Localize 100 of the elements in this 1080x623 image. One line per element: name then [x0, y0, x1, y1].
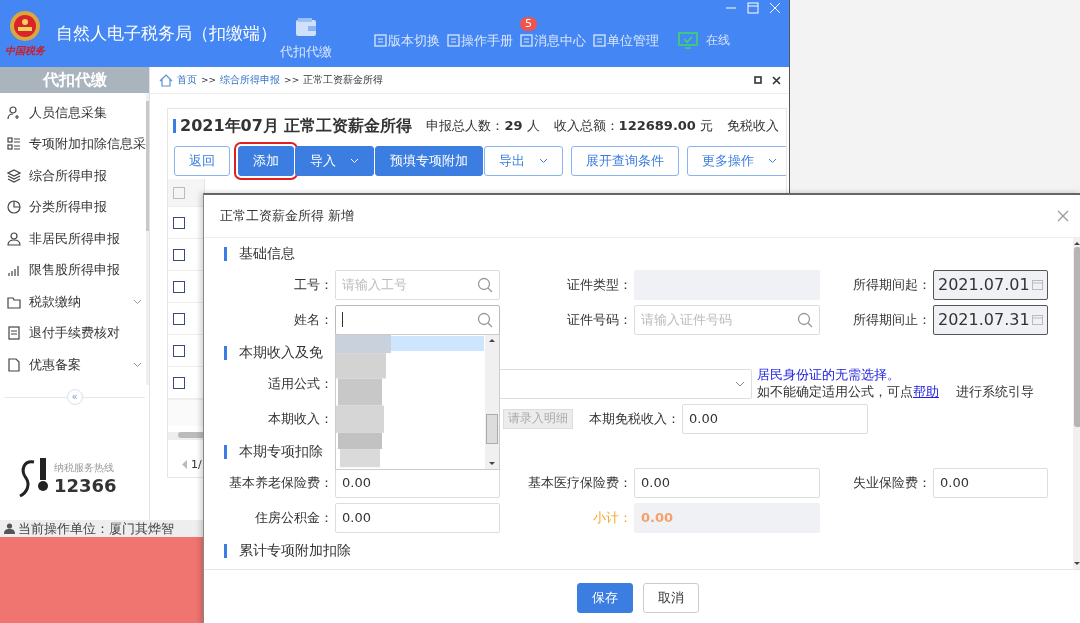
number-field[interactable]: 0.00	[682, 403, 868, 434]
subtotal-field: 0.00	[634, 502, 820, 533]
toolbar-button[interactable]: 展开查询条件	[571, 146, 679, 176]
breadcrumb-separator: >>	[284, 75, 300, 85]
field-label: 住房公积金：	[254, 508, 334, 527]
checkbox[interactable]	[173, 376, 185, 389]
help-text: 居民身份证的无需选择。	[757, 366, 901, 384]
summary-stat: 申报总人数：29 人	[426, 117, 540, 135]
document-icon	[447, 34, 460, 47]
sidebar-item[interactable]: 非居民所得申报	[0, 223, 146, 255]
sidebar-item[interactable]: 限售股所得申报	[0, 254, 146, 286]
header-link[interactable]: 操作手册	[447, 31, 513, 50]
section-title: 本期收入及免	[239, 343, 323, 362]
date-field[interactable]: 2021.07.01	[933, 269, 1048, 300]
monitor-icon	[678, 32, 698, 49]
number-field[interactable]: 0.00	[634, 467, 820, 498]
sidebar-item[interactable]: 优惠备案	[0, 349, 146, 381]
menu-item-icon	[7, 326, 21, 341]
dialog-title: 正常工资薪金所得 新增	[220, 207, 355, 225]
checkbox[interactable]	[173, 216, 185, 229]
toolbar-button[interactable]: 返回	[174, 146, 230, 176]
scrollbar[interactable]	[1073, 238, 1080, 569]
sidebar-item[interactable]: 综合所得申报	[0, 160, 146, 192]
scrollbar[interactable]	[146, 93, 149, 385]
help-link[interactable]: 帮助	[913, 383, 939, 399]
dialog-button[interactable]: 保存	[576, 582, 633, 613]
field-label: 失业保险费：	[852, 473, 932, 492]
logo-text: 中国税务	[5, 43, 45, 58]
online-status: 在线	[678, 32, 730, 49]
checkbox[interactable]	[173, 312, 185, 325]
document-icon	[593, 34, 606, 47]
field-label: 适用公式：	[267, 374, 334, 393]
summary-stat: 免税收入	[727, 117, 780, 135]
restore-icon[interactable]	[754, 76, 762, 84]
field-label: 基本医疗保险费：	[527, 473, 633, 492]
toolbar-button[interactable]: 预填专项附加	[375, 146, 483, 176]
notification-badge: 5	[520, 16, 537, 31]
dialog-button[interactable]: 取消	[642, 582, 699, 613]
header-link[interactable]: 版本切换	[374, 31, 440, 50]
menu-item-icon	[7, 168, 21, 183]
field-label: 基本养老保险费：	[228, 473, 334, 492]
checkbox[interactable]	[173, 344, 185, 357]
checkbox[interactable]	[173, 280, 185, 293]
menu-item-icon	[7, 137, 21, 152]
menu-item-icon	[7, 231, 21, 246]
sidebar-item[interactable]: 税款缴纳	[0, 286, 146, 318]
header-link[interactable]: 消息中心	[520, 31, 586, 50]
scrollbar[interactable]	[485, 334, 499, 469]
field-label: 所得期间起：	[852, 275, 932, 294]
toolbar-button[interactable]: 导入	[295, 146, 374, 176]
page-indicator: 1/	[191, 458, 202, 471]
status-text: 当前操作单位：厦门其烨智	[18, 519, 174, 538]
field-label: 本期免税收入：	[589, 409, 681, 428]
date-field[interactable]: 2021.07.31	[933, 304, 1048, 335]
previous-icon[interactable]	[182, 460, 188, 469]
calendar-icon[interactable]	[1032, 314, 1043, 325]
sidebar-item[interactable]: 专项附加扣除信息采	[0, 128, 146, 160]
close-icon[interactable]	[772, 75, 781, 85]
sidebar-item[interactable]: 人员信息采集	[0, 97, 146, 129]
home-icon[interactable]	[159, 73, 173, 87]
field-label: 本期收入：	[267, 409, 334, 428]
summary-stat: 收入总额：122689.00 元	[553, 117, 714, 135]
checkbox[interactable]	[173, 248, 185, 261]
hotline-label: 纳税服务热线	[54, 460, 115, 475]
menu-item-icon	[7, 200, 21, 215]
panel-title: 2021年07月 正常工资薪金所得	[180, 115, 413, 137]
section-title: 基础信息	[239, 244, 295, 263]
chevron-down-icon	[735, 380, 745, 387]
number-field[interactable]: 0.00	[335, 502, 500, 533]
field-label: 工号：	[293, 275, 334, 294]
menu-item-icon	[7, 357, 21, 372]
field-label: 证件号码：	[566, 310, 633, 329]
maximize-icon[interactable]	[747, 2, 759, 14]
number-field[interactable]: 0.00	[933, 467, 1048, 498]
header-link[interactable]: 单位管理	[593, 31, 659, 50]
menu-item-icon	[7, 294, 21, 309]
menu-item-icon	[7, 263, 21, 278]
breadcrumb-link[interactable]: 综合所得申报	[220, 73, 281, 87]
document-icon	[520, 34, 533, 47]
breadcrumb-link[interactable]: 首页	[177, 73, 197, 87]
field-label: 证件类型：	[566, 275, 633, 294]
number-field[interactable]: 0.00	[335, 467, 500, 498]
search-icon[interactable]	[797, 311, 813, 328]
breadcrumb-current: 正常工资薪金所得	[303, 73, 384, 87]
search-icon[interactable]	[477, 311, 493, 328]
app-title: 自然人电子税务局（扣缴端）	[56, 22, 264, 45]
collapse-button[interactable]: «	[66, 389, 83, 405]
document-icon	[374, 34, 387, 47]
field-label: 小计：	[592, 508, 633, 527]
hotline-number: 12366	[54, 474, 117, 496]
calendar-icon[interactable]	[1032, 279, 1043, 290]
sidebar-item[interactable]: 退付手续费核对	[0, 317, 146, 349]
checkbox[interactable]	[173, 186, 185, 199]
module-tab[interactable]: 代扣代缴	[280, 16, 332, 61]
menu-item-icon	[7, 105, 21, 120]
search-icon[interactable]	[477, 276, 493, 293]
sidebar-item[interactable]: 分类所得申报	[0, 191, 146, 223]
toolbar-button[interactable]: 导出	[484, 146, 563, 176]
breadcrumb-separator: >>	[201, 75, 217, 85]
toolbar-button[interactable]: 更多操作	[687, 146, 786, 176]
